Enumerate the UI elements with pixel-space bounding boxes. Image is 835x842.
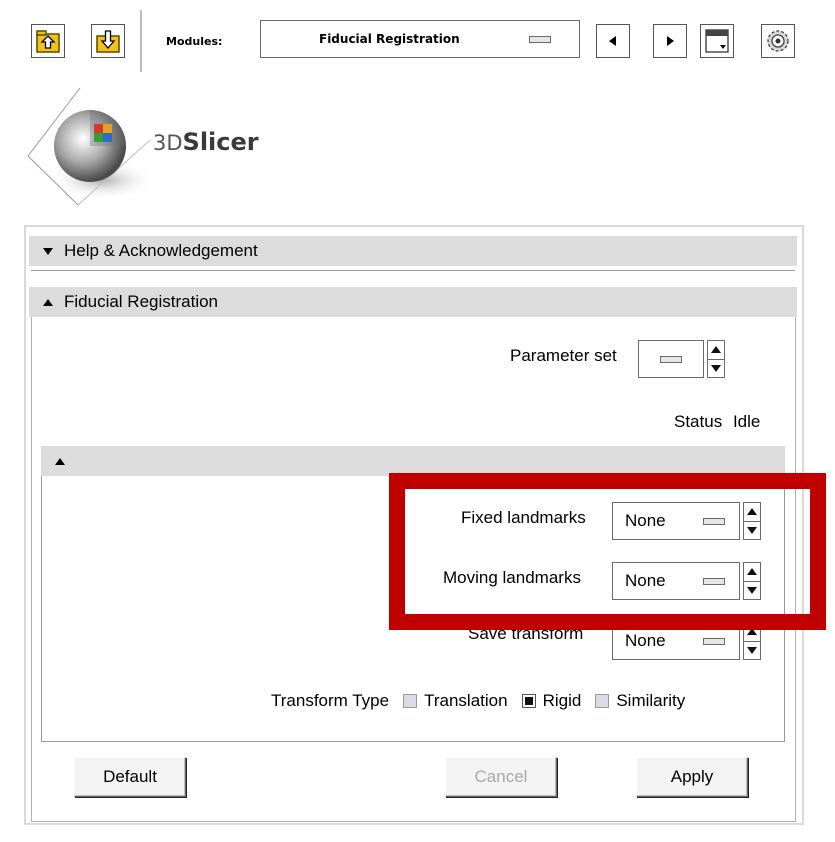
similarity-checkbox[interactable] [595, 694, 610, 708]
triangle-right-icon [667, 36, 674, 46]
status-value: Idle [732, 412, 761, 431]
similarity-label: Similarity [616, 691, 686, 710]
transform-type-label: Transform Type [271, 691, 390, 710]
help-section-header[interactable]: Help & Acknowledgement [29, 236, 797, 266]
landmarks-group-header[interactable] [41, 446, 785, 476]
translation-checkbox[interactable] [403, 694, 418, 708]
fiducial-section-header[interactable]: Fiducial Registration [29, 287, 797, 317]
save-transform-value: None [625, 631, 666, 650]
toolbar-divider [140, 10, 142, 72]
modules-label: Modules: [166, 35, 223, 48]
logo-text-slicer: Slicer [182, 128, 259, 156]
previous-module-button[interactable] [596, 24, 630, 58]
parameter-set-spinner[interactable] [707, 340, 725, 378]
module-history-button[interactable] [700, 24, 734, 58]
slicer-logo-text: 3DSlicer [153, 128, 259, 156]
dropdown-indicator-icon [703, 637, 725, 645]
logo-text-3d: 3D [153, 131, 183, 155]
cancel-button[interactable]: Cancel [445, 757, 557, 797]
gear-icon [767, 30, 789, 52]
slicer-sphere-logo-icon [27, 87, 157, 206]
highlight-box [389, 473, 826, 630]
collapse-up-icon [43, 298, 53, 306]
default-button[interactable]: Default [74, 757, 186, 797]
folder-download-icon [96, 30, 120, 53]
folder-up-icon [36, 30, 60, 53]
module-select[interactable]: Fiducial Registration [260, 20, 580, 58]
module-settings-button[interactable] [761, 24, 795, 58]
status-row: Status Idle [674, 412, 760, 432]
window-dropdown-icon [705, 29, 729, 53]
fiducial-section-title: Fiducial Registration [64, 292, 219, 311]
help-section-title: Help & Acknowledgement [64, 241, 258, 260]
spin-up-icon [711, 346, 721, 354]
apply-button[interactable]: Apply [636, 757, 748, 797]
module-up-button[interactable] [31, 24, 65, 58]
parameter-set-label: Parameter set [510, 346, 617, 365]
help-section-divider [31, 270, 795, 274]
spin-down-icon [711, 364, 721, 372]
next-module-button[interactable] [653, 24, 687, 58]
module-down-button[interactable] [91, 24, 125, 58]
rigid-checkbox[interactable] [521, 694, 536, 708]
parameter-set-select[interactable] [638, 340, 725, 378]
spin-down-icon [747, 646, 757, 654]
collapse-down-icon [43, 247, 53, 255]
translation-label: Translation [424, 691, 508, 710]
module-select-value: Fiducial Registration [319, 32, 460, 46]
transform-type-row: Transform Type Translation Rigid Similar… [271, 691, 685, 711]
toolbar: Modules: Fiducial Registration [0, 0, 835, 75]
status-label: Status [674, 412, 723, 431]
triangle-left-icon [609, 36, 616, 46]
rigid-label: Rigid [542, 691, 582, 710]
dropdown-indicator-icon [660, 355, 682, 363]
collapse-up-icon [55, 457, 65, 465]
dropdown-indicator-icon [529, 35, 551, 43]
slicer-logo: 3DSlicer [20, 80, 300, 210]
